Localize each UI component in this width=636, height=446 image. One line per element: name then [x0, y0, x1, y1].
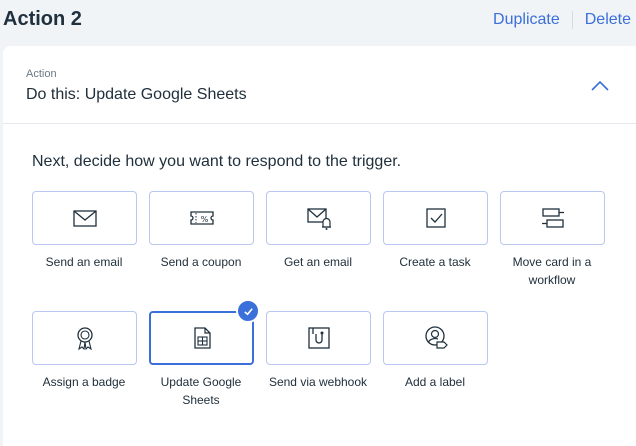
action-label-send-email: Send an email: [45, 255, 123, 269]
action-tile-send-webhook[interactable]: [266, 311, 371, 365]
action-tile-move-card[interactable]: [500, 191, 605, 245]
spreadsheet-icon: [193, 327, 211, 349]
action-label-assign-badge: Assign a badge: [42, 375, 126, 389]
action-label-get-email: Get an email: [283, 255, 353, 269]
action-tile-send-email[interactable]: [32, 191, 137, 245]
action-label-send-coupon: Send a coupon: [160, 255, 242, 269]
svg-text:%: %: [200, 215, 208, 224]
action-label-update-google-sheets: Update Google Sheets: [160, 375, 242, 407]
action-tile-create-task[interactable]: [383, 191, 488, 245]
action-label-add-label: Add a label: [404, 375, 466, 389]
user-label-icon: [424, 326, 448, 349]
action-tile-add-label[interactable]: [383, 311, 488, 365]
webhook-icon: [307, 327, 330, 349]
badge-icon: [76, 327, 93, 351]
section-value: Do this: Update Google Sheets: [26, 86, 247, 103]
envelope-bell-icon: [306, 208, 331, 230]
section-label: Action: [26, 68, 57, 80]
action-card: Action Do this: Update Google Sheets Nex…: [3, 46, 636, 446]
header-actions: Duplicate Delete: [493, 11, 631, 29]
checkbox-icon: [425, 208, 446, 228]
divider: [571, 11, 573, 29]
chevron-up-icon[interactable]: [590, 79, 610, 93]
duplicate-button[interactable]: Duplicate: [493, 11, 560, 29]
action-title: Action 2: [3, 8, 82, 30]
action-tile-get-email[interactable]: [266, 191, 371, 245]
action-section-header[interactable]: Action Do this: Update Google Sheets: [3, 46, 636, 124]
action-label-create-task: Create a task: [399, 255, 471, 269]
envelope-icon: [72, 210, 97, 227]
action-tile-send-coupon[interactable]: %: [149, 191, 254, 245]
coupon-icon: %: [189, 211, 214, 225]
prompt-text: Next, decide how you want to respond to …: [32, 153, 402, 170]
action-label-move-card: Move card in a workflow: [512, 255, 592, 287]
action-label-send-webhook: Send via webhook: [268, 375, 368, 389]
workflow-cards-icon: [541, 208, 564, 228]
delete-button[interactable]: Delete: [585, 11, 631, 29]
selected-check-icon: [236, 299, 260, 323]
action-tile-assign-badge[interactable]: [32, 311, 137, 365]
action-header: Action 2 Duplicate Delete: [0, 0, 636, 44]
